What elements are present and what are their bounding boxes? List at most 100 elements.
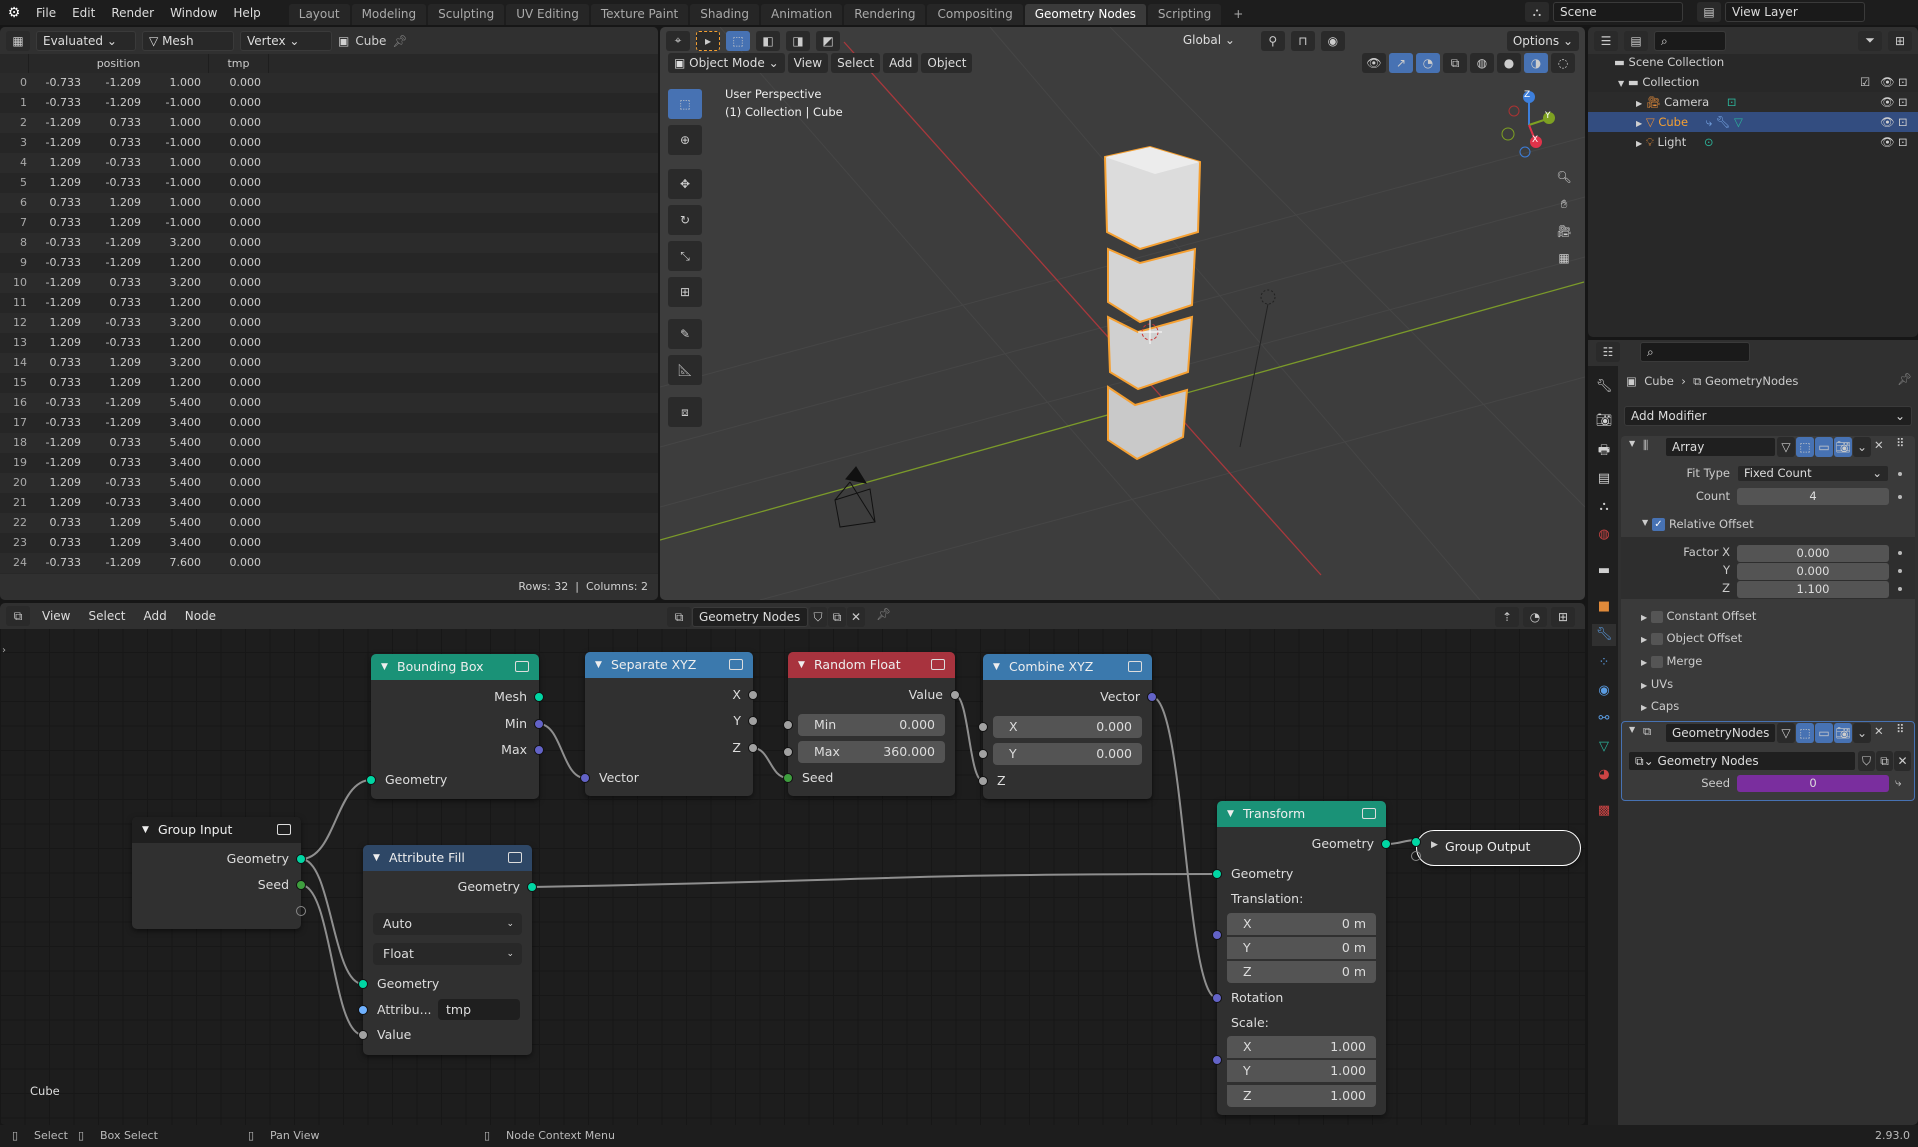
scale-x-field[interactable]: X 1.000: [1227, 1036, 1376, 1058]
factor-y-field[interactable]: 0.000: [1737, 563, 1889, 580]
object-tab-icon[interactable]: ■: [1592, 596, 1616, 618]
string-socket[interactable]: [358, 1005, 368, 1015]
int-socket[interactable]: [296, 880, 306, 890]
render-tab-icon[interactable]: 📷︎: [1592, 410, 1616, 432]
vector-socket[interactable]: [534, 719, 544, 729]
3d-viewport[interactable]: ⌖ ▸ ⬚ ◧ ◨ ◩ Global ⌄ ⚲ ⊓ ◉ Options ⌄ ▣ O…: [660, 27, 1585, 600]
outliner-item-cube[interactable]: ▶ ▽ Cube ⤷ 🔧︎ ▽ 👁︎ ⊡: [1588, 112, 1918, 132]
min-field[interactable]: Min 0.000: [783, 714, 945, 736]
subpanel-object-offset[interactable]: ▶ Object Offset: [1641, 631, 1742, 645]
group-output-node[interactable]: ▶ Group Output: [1411, 830, 1581, 866]
unlink-icon[interactable]: ✕: [1894, 751, 1911, 771]
geometry-socket[interactable]: [366, 775, 376, 785]
mode-dropdown[interactable]: ▣ Object Mode ⌄: [668, 53, 785, 73]
properties-search-input[interactable]: ⌕: [1640, 342, 1750, 362]
viewport-toggle-icon[interactable]: ▭: [1815, 723, 1833, 743]
tab-shading[interactable]: Shading: [690, 4, 759, 25]
render-camera-icon[interactable]: ⊡: [1898, 92, 1908, 112]
float-socket[interactable]: [978, 776, 988, 786]
pin-icon[interactable]: 📌︎: [1897, 372, 1912, 386]
column-header-position[interactable]: position: [29, 54, 209, 74]
preview-toggle-icon[interactable]: [931, 659, 945, 670]
data-type-dropdown[interactable]: Float ⌄: [373, 943, 522, 965]
tab-sculpting[interactable]: Sculpting: [428, 4, 505, 25]
keyframe-dot[interactable]: [1898, 551, 1902, 555]
menu-window[interactable]: Window: [162, 6, 225, 20]
tab-animation[interactable]: Animation: [761, 4, 843, 25]
keyframe-dot[interactable]: [1898, 472, 1902, 476]
max-field[interactable]: Max 360.000: [783, 741, 945, 763]
constraints-tab-icon[interactable]: ⚯: [1592, 708, 1616, 730]
physics-tab-icon[interactable]: ◉: [1592, 680, 1616, 702]
collapse-arrow-icon[interactable]: ▼: [1629, 439, 1635, 448]
keyframe-dot[interactable]: [1898, 587, 1902, 591]
menu-object[interactable]: Object: [921, 53, 973, 73]
float-socket[interactable]: [978, 749, 988, 759]
geometry-nodes-modifier-name-field[interactable]: GeometryNodes: [1665, 723, 1776, 743]
selection-mode-intersect-icon[interactable]: ◩: [816, 30, 840, 51]
rotate-tool-icon[interactable]: ↻: [668, 205, 702, 235]
outliner-item-scene-collection[interactable]: ▬ Scene Collection: [1588, 52, 1918, 72]
node-header[interactable]: ▼ Separate XYZ: [585, 652, 753, 678]
tab-modeling[interactable]: Modeling: [351, 4, 427, 25]
bounding-box-node[interactable]: ▼ Bounding Box Mesh Min Max Geometry: [366, 654, 544, 799]
fake-user-shield-icon[interactable]: ⛉: [1858, 751, 1875, 771]
visibility-eye-icon[interactable]: 👁︎: [1880, 112, 1895, 132]
vector-socket[interactable]: [1147, 692, 1157, 702]
collapse-arrow-icon[interactable]: ▼: [1629, 725, 1635, 734]
collapse-arrow-icon[interactable]: ▼: [142, 817, 149, 843]
visibility-icon[interactable]: 👁︎: [1362, 53, 1386, 73]
selection-mode-extend-icon[interactable]: ◧: [756, 30, 780, 51]
tab-geometry-nodes[interactable]: Geometry Nodes: [1024, 4, 1146, 25]
random-float-node[interactable]: ▼ Random Float Value Min 0.000 Max 360.000 …: [783, 652, 960, 796]
geometry-socket[interactable]: [1212, 869, 1222, 879]
pivot-icon[interactable]: ⚲: [1260, 30, 1285, 51]
sidebar-toggle-icon[interactable]: ›: [2, 645, 6, 656]
modifier-tab-icon[interactable]: 🔧︎: [1592, 624, 1616, 646]
array-modifier-name-field[interactable]: Array: [1665, 437, 1776, 457]
float-socket[interactable]: [748, 690, 758, 700]
options-button[interactable]: Options ⌄: [1506, 30, 1579, 51]
preview-toggle-icon[interactable]: [1128, 661, 1142, 672]
scene-tab-icon[interactable]: ⛬: [1592, 496, 1616, 518]
subpanel-merge[interactable]: ▶ Merge: [1641, 654, 1702, 668]
subpanel-constant-offset[interactable]: ▶ Constant Offset: [1641, 609, 1756, 623]
group-input-node[interactable]: ▼ Group Input Geometry Seed: [132, 817, 306, 929]
rendered-shading-icon[interactable]: ◌: [1551, 53, 1575, 73]
collapse-arrow-icon[interactable]: ▼: [1642, 518, 1648, 527]
camera-data-icon[interactable]: ⊡: [1727, 95, 1737, 109]
vector-socket[interactable]: [580, 773, 590, 783]
checkbox[interactable]: [1650, 632, 1663, 645]
edit-mode-toggle-icon[interactable]: ▽: [1777, 723, 1795, 743]
light-data-icon[interactable]: ⊙: [1704, 135, 1714, 149]
modifier-icons[interactable]: ⤷ 🔧︎ ▽: [1706, 115, 1743, 129]
pan-hand-icon[interactable]: ✋︎: [1552, 194, 1576, 214]
domain-dropdown[interactable]: Vertex ⌄: [240, 30, 332, 51]
keyframe-dot[interactable]: [1898, 569, 1902, 573]
collapse-arrow-icon[interactable]: ▼: [381, 654, 388, 680]
scale-y-field[interactable]: Y 1.000: [1227, 1060, 1376, 1082]
scale-tool-icon[interactable]: ⤡: [668, 241, 702, 271]
visibility-eye-icon[interactable]: 👁︎: [1880, 132, 1895, 152]
data-tab-icon[interactable]: ▽: [1592, 736, 1616, 758]
menu-help[interactable]: Help: [225, 6, 268, 20]
visibility-eye-icon[interactable]: 👁︎: [1880, 72, 1895, 92]
zoom-icon[interactable]: 🔍︎: [1552, 167, 1576, 187]
add-modifier-dropdown[interactable]: Add Modifier ⌄: [1624, 406, 1912, 426]
camera-view-icon[interactable]: 🎥︎: [1552, 221, 1576, 241]
modifier-menu-icon[interactable]: ⌄: [1853, 437, 1871, 457]
expand-arrow-icon[interactable]: ▶: [1431, 840, 1438, 850]
expand-arrow-icon[interactable]: ▶: [1636, 119, 1642, 128]
add-workspace-button[interactable]: +: [1223, 4, 1253, 25]
render-camera-icon[interactable]: ⊡: [1898, 72, 1908, 92]
separate-xyz-node[interactable]: ▼ Separate XYZ X Y Z Vector: [580, 652, 758, 796]
overlay-toggle-icon[interactable]: ◔: [1416, 53, 1440, 73]
wireframe-shading-icon[interactable]: ◍: [1470, 53, 1494, 73]
preview-toggle-icon[interactable]: [277, 824, 291, 835]
duplicate-icon[interactable]: ⧉: [1876, 751, 1893, 771]
attribute-name-input[interactable]: tmp: [438, 999, 520, 1020]
menu-view[interactable]: View: [787, 53, 829, 73]
particles-tab-icon[interactable]: ⁘: [1592, 652, 1616, 674]
float-socket[interactable]: [748, 743, 758, 753]
preview-toggle-icon[interactable]: [508, 852, 522, 863]
